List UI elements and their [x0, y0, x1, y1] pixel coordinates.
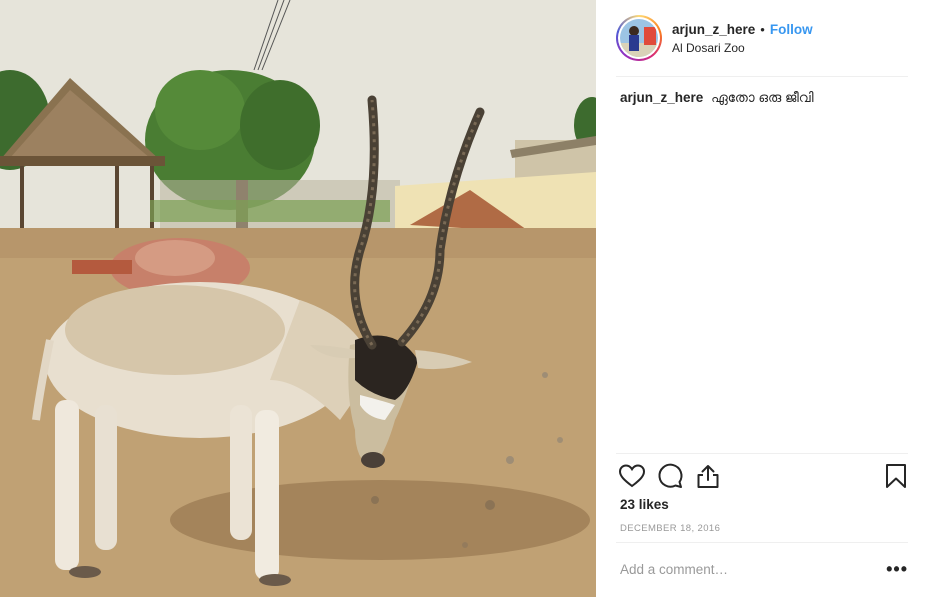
profile-avatar-icon: [620, 19, 658, 57]
post-photo[interactable]: [0, 0, 596, 597]
share-icon[interactable]: [694, 462, 722, 490]
caption-text: ഏതോ ഒരു ജീവി: [711, 90, 814, 105]
action-bar: [618, 462, 910, 490]
username-link[interactable]: arjun_z_here: [672, 22, 755, 37]
caption-username-link[interactable]: arjun_z_here: [620, 90, 703, 105]
more-options-button[interactable]: •••: [884, 560, 908, 578]
avatar[interactable]: [616, 15, 662, 61]
follow-button[interactable]: Follow: [770, 22, 813, 37]
comment-icon[interactable]: [656, 462, 684, 490]
separator-dot: •: [760, 21, 765, 37]
comment-input[interactable]: [620, 561, 884, 577]
header-text: arjun_z_here • Follow Al Dosari Zoo: [672, 22, 813, 55]
antelope-photo: [0, 0, 596, 597]
bookmark-icon[interactable]: [882, 462, 910, 490]
post-caption: arjun_z_here ഏതോ ഒരു ജീവി: [620, 89, 908, 107]
post-side-panel: arjun_z_here • Follow Al Dosari Zoo arju…: [596, 0, 928, 597]
actions-divider: [616, 453, 908, 454]
location-link[interactable]: Al Dosari Zoo: [672, 41, 813, 55]
comment-divider: [616, 542, 908, 543]
comment-row: •••: [620, 555, 908, 583]
avatar-image: [620, 19, 658, 57]
post-header: arjun_z_here • Follow Al Dosari Zoo: [616, 12, 908, 64]
post-date[interactable]: DECEMBER 18, 2016: [620, 523, 720, 534]
likes-count[interactable]: 23 likes: [620, 497, 669, 512]
header-divider: [616, 76, 908, 77]
heart-icon[interactable]: [618, 462, 646, 490]
